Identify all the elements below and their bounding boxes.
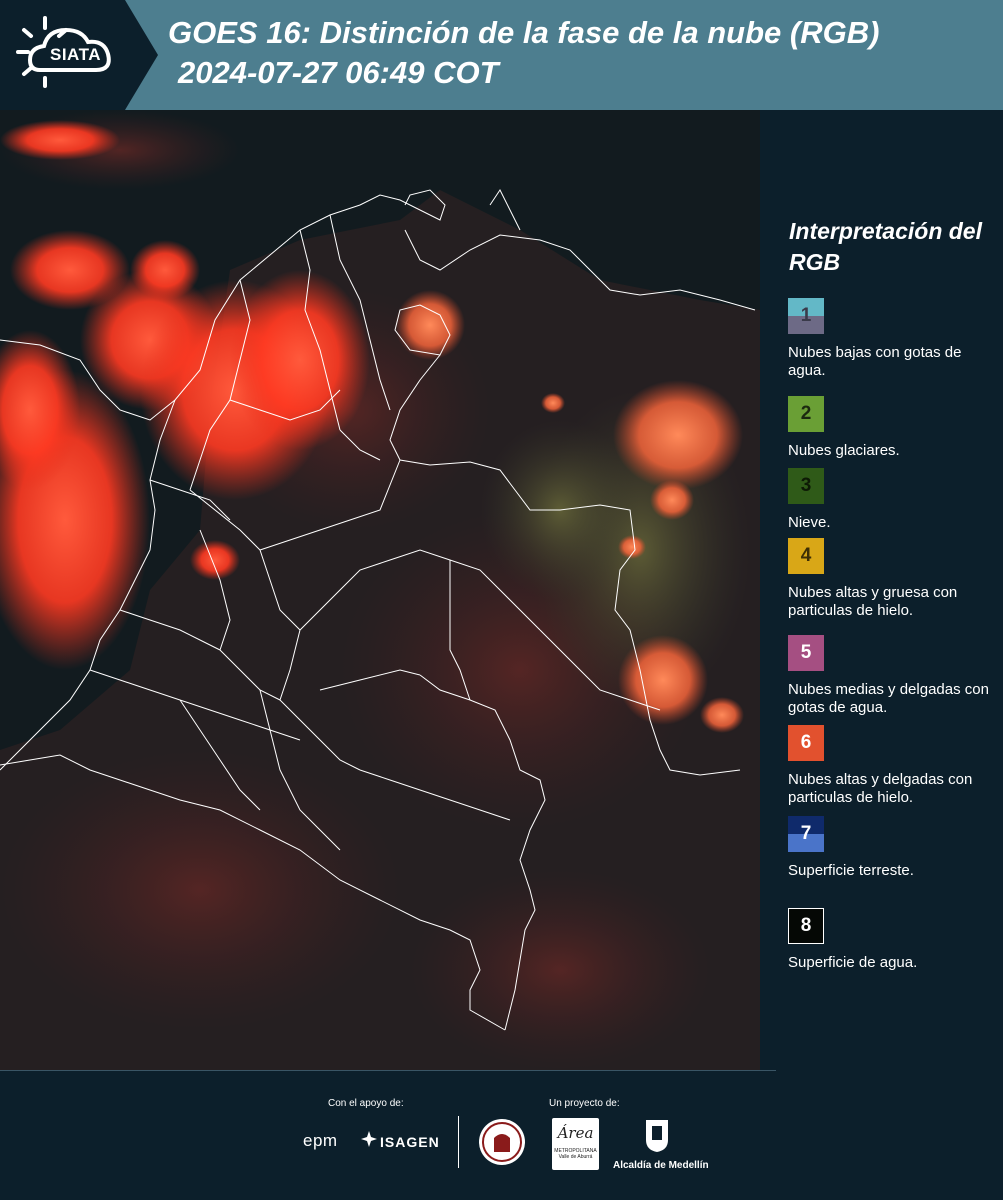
project-label: Un proyecto de: (549, 1098, 620, 1109)
header: SIATA GOES 16: Distinción de la fase de … (0, 0, 1003, 110)
satellite-map[interactable] (0, 110, 760, 1070)
legend-swatch: 6 (788, 725, 824, 761)
legend-swatch: 8 (788, 908, 824, 944)
legend-item-label: Nubes altas y delgadas con particulas de… (788, 771, 973, 806)
legend-item-5: 5 Nubes medias y delgadas con gotas de ag… (788, 635, 1000, 717)
legend-item-label: Nieve. (788, 514, 831, 531)
footer-divider (458, 1116, 459, 1168)
legend-item-label: Nubes bajas con gotas de agua. (788, 344, 962, 379)
legend-item-2: 2 Nubes glaciares. (788, 396, 1000, 460)
page-timestamp: 2024-07-27 06:49 COT (178, 55, 499, 90)
footer: Con el apoyo de: Un proyecto de: epm ISA… (0, 1070, 1003, 1200)
footer-divider-line (0, 1070, 776, 1071)
legend-panel: Interpretación del RGB 1 Nubes bajas con … (760, 110, 1003, 1070)
legend-item-8: 8 Superficie de agua. (788, 908, 1000, 972)
legend-item-7: 7 Superficie terreste. (788, 816, 1000, 880)
legend-swatch: 2 (788, 396, 824, 432)
legend-item-label: Nubes altas y gruesa con particulas de h… (788, 584, 958, 619)
satellite-image (0, 110, 760, 1070)
legend-item-label: Nubes medias y delgadas con gotas de agu… (788, 681, 989, 716)
legend-item-label: Superficie terreste. (788, 862, 914, 879)
legend-swatch: 3 (788, 468, 824, 504)
isagen-icon (361, 1131, 377, 1147)
legend-swatch: 1 (788, 298, 824, 334)
legend-swatch: 7 (788, 816, 824, 852)
alcaldia-label: Alcaldía de Medellín (613, 1160, 709, 1171)
seal-icon (479, 1119, 525, 1165)
alcaldia-shield-icon (646, 1120, 668, 1152)
legend-item-4: 4 Nubes altas y gruesa con particulas de … (788, 538, 1000, 620)
isagen-logo: ISAGEN (380, 1134, 440, 1150)
legend-item-1: 1 Nubes bajas con gotas de agua. (788, 298, 1000, 380)
legend-item-6: 6 Nubes altas y delgadas con particulas d… (788, 725, 1000, 807)
legend-swatch: 4 (788, 538, 824, 574)
logo-panel: SIATA (0, 0, 158, 110)
legend-item-3: 3 Nieve. (788, 468, 1000, 532)
support-label: Con el apoyo de: (328, 1098, 404, 1109)
legend-title: Interpretación del RGB (789, 218, 982, 275)
page-title: GOES 16: Distinción de la fase de la nub… (168, 15, 880, 50)
siata-logo-text: SIATA (50, 45, 101, 64)
legend-item-label: Superficie de agua. (788, 954, 918, 971)
area-metropolitana-logo: Área METROPOLITANA Valle de Aburrá (552, 1118, 599, 1170)
epm-logo: epm (303, 1131, 338, 1150)
legend-swatch: 5 (788, 635, 824, 671)
legend-item-label: Nubes glaciares. (788, 442, 900, 459)
